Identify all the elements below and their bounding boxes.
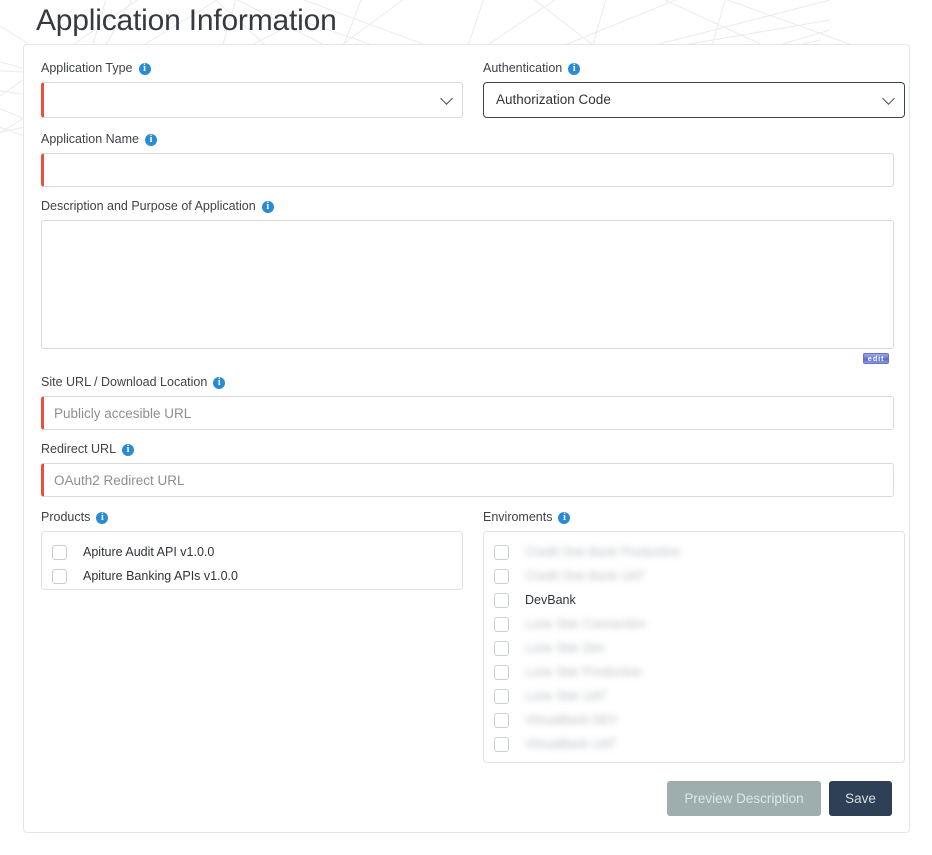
environment-item-label: VirtualBank DEV: [525, 712, 618, 728]
save-button[interactable]: Save: [829, 781, 892, 816]
info-icon[interactable]: [568, 63, 580, 75]
authentication-select[interactable]: Authorization Code: [483, 82, 905, 118]
site-url-label: Site URL / Download Location: [41, 375, 207, 390]
description-label: Description and Purpose of Application: [41, 199, 256, 214]
page-title: Application Information: [36, 2, 337, 40]
environment-item-row[interactable]: Lone Star Dev: [484, 636, 904, 660]
edit-badge-holder: edit: [41, 349, 894, 363]
environment-item-row[interactable]: Credit One Bank UAT: [484, 564, 904, 588]
checkbox-icon[interactable]: [52, 545, 67, 560]
row-products-environments: Products Apiture Audit API v1.0.0Apiture…: [41, 510, 894, 763]
checkbox-icon[interactable]: [52, 569, 67, 584]
field-application-name: Application Name: [41, 132, 894, 187]
environment-item-label: Lone Star Connection: [525, 616, 646, 632]
product-item-label: Apiture Banking APIs v1.0.0: [83, 568, 238, 584]
preview-description-button[interactable]: Preview Description: [667, 781, 821, 816]
environment-item-label: DevBank: [525, 592, 576, 608]
products-checkbox-list: Apiture Audit API v1.0.0 Apiture Banking …: [41, 531, 463, 590]
field-products: Products Apiture Audit API v1.0.0Apiture…: [41, 510, 463, 763]
field-site-url: Site URL / Download Location: [41, 375, 894, 430]
environments-label-group: Enviroments: [483, 510, 905, 525]
checkbox-icon[interactable]: [494, 545, 509, 560]
checkbox-icon[interactable]: [494, 617, 509, 632]
authentication-label-group: Authentication: [483, 61, 905, 76]
edit-badge[interactable]: edit: [863, 353, 889, 364]
application-type-label-group: Application Type: [41, 61, 463, 76]
application-type-label: Application Type: [41, 61, 133, 76]
info-icon[interactable]: [558, 512, 570, 524]
application-information-card: Application Type Authentication Authori: [23, 44, 910, 833]
info-icon[interactable]: [122, 444, 134, 456]
environment-item-label: VirtualBank UAT: [525, 736, 616, 752]
products-label: Products: [41, 510, 90, 525]
product-item-label: Apiture Audit API v1.0.0: [83, 544, 214, 560]
form-actions: Preview Description Save: [667, 781, 892, 816]
description-textarea[interactable]: [41, 220, 894, 349]
field-authentication: Authentication Authorization Code: [483, 61, 905, 118]
environments-label: Enviroments: [483, 510, 552, 525]
field-environments: Enviroments Credit One Bank ProductionCr…: [483, 510, 905, 763]
site-url-input[interactable]: [41, 396, 894, 430]
checkbox-icon[interactable]: [494, 593, 509, 608]
environment-item-label: Lone Star Production: [525, 664, 642, 680]
environment-item-row[interactable]: VirtualBank UAT: [484, 732, 904, 756]
environment-item-label: Lone Star Dev: [525, 640, 605, 656]
product-item-row[interactable]: Apiture Banking APIs v1.0.0: [42, 564, 462, 588]
authentication-value: Authorization Code: [496, 92, 611, 107]
field-application-type: Application Type: [41, 61, 463, 118]
environment-item-label: Credit One Bank UAT: [525, 568, 645, 584]
application-name-label: Application Name: [41, 132, 139, 147]
form-body: Application Type Authentication Authori: [41, 61, 894, 763]
application-type-select[interactable]: [41, 82, 463, 118]
environment-item-row[interactable]: DevBank: [484, 588, 904, 612]
checkbox-icon[interactable]: [494, 665, 509, 680]
application-name-label-group: Application Name: [41, 132, 894, 147]
environment-item-row[interactable]: Lone Star Connection: [484, 612, 904, 636]
field-description: Description and Purpose of Application e…: [41, 199, 894, 363]
info-icon[interactable]: [213, 377, 225, 389]
products-label-group: Products: [41, 510, 463, 525]
checkbox-icon[interactable]: [494, 737, 509, 752]
info-icon[interactable]: [139, 63, 151, 75]
info-icon[interactable]: [145, 134, 157, 146]
row-type-authentication: Application Type Authentication Authori: [41, 61, 894, 130]
authentication-label: Authentication: [483, 61, 562, 76]
environment-item-row[interactable]: Lone Star Production: [484, 660, 904, 684]
redirect-url-label: Redirect URL: [41, 442, 116, 457]
environment-item-row[interactable]: Lone Star UAT: [484, 684, 904, 708]
environment-item-label: Credit One Bank Production: [525, 544, 681, 560]
application-information-page: Application Information Application Type: [0, 0, 932, 855]
redirect-url-label-group: Redirect URL: [41, 442, 894, 457]
checkbox-icon[interactable]: [494, 641, 509, 656]
info-icon[interactable]: [96, 512, 108, 524]
checkbox-icon[interactable]: [494, 689, 509, 704]
environment-item-row[interactable]: Credit One Bank Production: [484, 540, 904, 564]
info-icon[interactable]: [262, 201, 274, 213]
description-label-group: Description and Purpose of Application: [41, 199, 894, 214]
chevron-down-icon: [882, 92, 895, 105]
product-item-row[interactable]: Apiture Audit API v1.0.0: [42, 540, 462, 564]
redirect-url-input[interactable]: [41, 463, 894, 497]
environment-item-row[interactable]: VirtualBank DEV: [484, 708, 904, 732]
checkbox-icon[interactable]: [494, 569, 509, 584]
site-url-label-group: Site URL / Download Location: [41, 375, 894, 390]
environment-item-label: Lone Star UAT: [525, 688, 607, 704]
chevron-down-icon: [440, 92, 453, 105]
environments-checkbox-list: Credit One Bank Production Credit One Ban…: [483, 531, 905, 763]
field-redirect-url: Redirect URL: [41, 442, 894, 497]
checkbox-icon[interactable]: [494, 713, 509, 728]
application-name-input[interactable]: [41, 153, 894, 187]
